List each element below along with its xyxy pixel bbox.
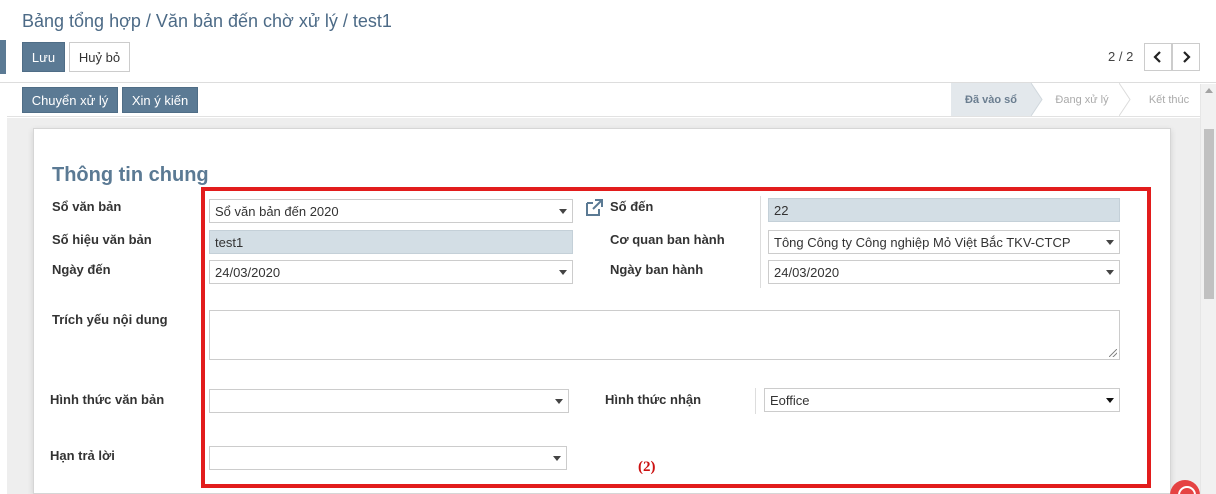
label-hinh-thuc-van-ban: Hình thức văn bản bbox=[50, 392, 165, 407]
label-so-hieu: Số hiệu văn bản bbox=[52, 232, 152, 247]
discard-button[interactable]: Huỷ bỏ bbox=[69, 42, 130, 72]
left-accent-bar bbox=[0, 40, 6, 74]
forward-processing-button[interactable]: Chuyển xử lý bbox=[22, 87, 118, 113]
breadcrumb-item-dashboard[interactable]: Bảng tổng hợp bbox=[22, 11, 141, 31]
pager-prev-button[interactable] bbox=[1144, 43, 1172, 71]
pager-next-button[interactable] bbox=[1172, 43, 1200, 71]
stage-arrow-icon bbox=[1031, 83, 1043, 116]
scroll-thumb[interactable] bbox=[1204, 129, 1214, 299]
breadcrumb: Bảng tổng hợp / Văn bản đến chờ xử lý / … bbox=[22, 11, 392, 32]
annotation-highlight-box bbox=[201, 187, 1151, 488]
annotation-label: (2) bbox=[638, 459, 656, 475]
pager-value: 2 / 2 bbox=[1108, 49, 1134, 64]
label-han-tra-loi: Hạn trả lời bbox=[50, 448, 115, 463]
breadcrumb-item-current: test1 bbox=[352, 11, 392, 31]
breadcrumb-item-pending-docs[interactable]: Văn bản đến chờ xử lý bbox=[156, 11, 338, 31]
breadcrumb-separator: / bbox=[337, 11, 353, 31]
breadcrumb-separator: / bbox=[140, 11, 156, 31]
request-opinion-button[interactable]: Xin ý kiến bbox=[122, 87, 198, 113]
stage-registered[interactable]: Đã vào sổ bbox=[951, 83, 1031, 116]
scroll-up-arrow-icon[interactable] bbox=[1205, 88, 1213, 93]
scrollbar[interactable] bbox=[1200, 84, 1216, 494]
save-button[interactable]: Lưu bbox=[22, 42, 65, 72]
label-so-van-ban: Sổ văn bản bbox=[52, 199, 122, 214]
chevron-left-icon bbox=[1153, 51, 1161, 63]
status-bar: Chuyển xử lý Xin ý kiến Đã vào sổ Đang x… bbox=[7, 83, 1216, 117]
section-title: Thông tin chung bbox=[52, 164, 209, 186]
label-ngay-den: Ngày đến bbox=[52, 262, 111, 277]
stage-finished[interactable]: Kết thúc bbox=[1131, 83, 1207, 116]
chevron-right-icon bbox=[1183, 51, 1191, 63]
label-trich-yeu: Trích yếu nội dung bbox=[52, 312, 168, 327]
stage-processing[interactable]: Đang xử lý bbox=[1043, 83, 1121, 116]
stage-arrow-icon bbox=[1119, 83, 1131, 116]
